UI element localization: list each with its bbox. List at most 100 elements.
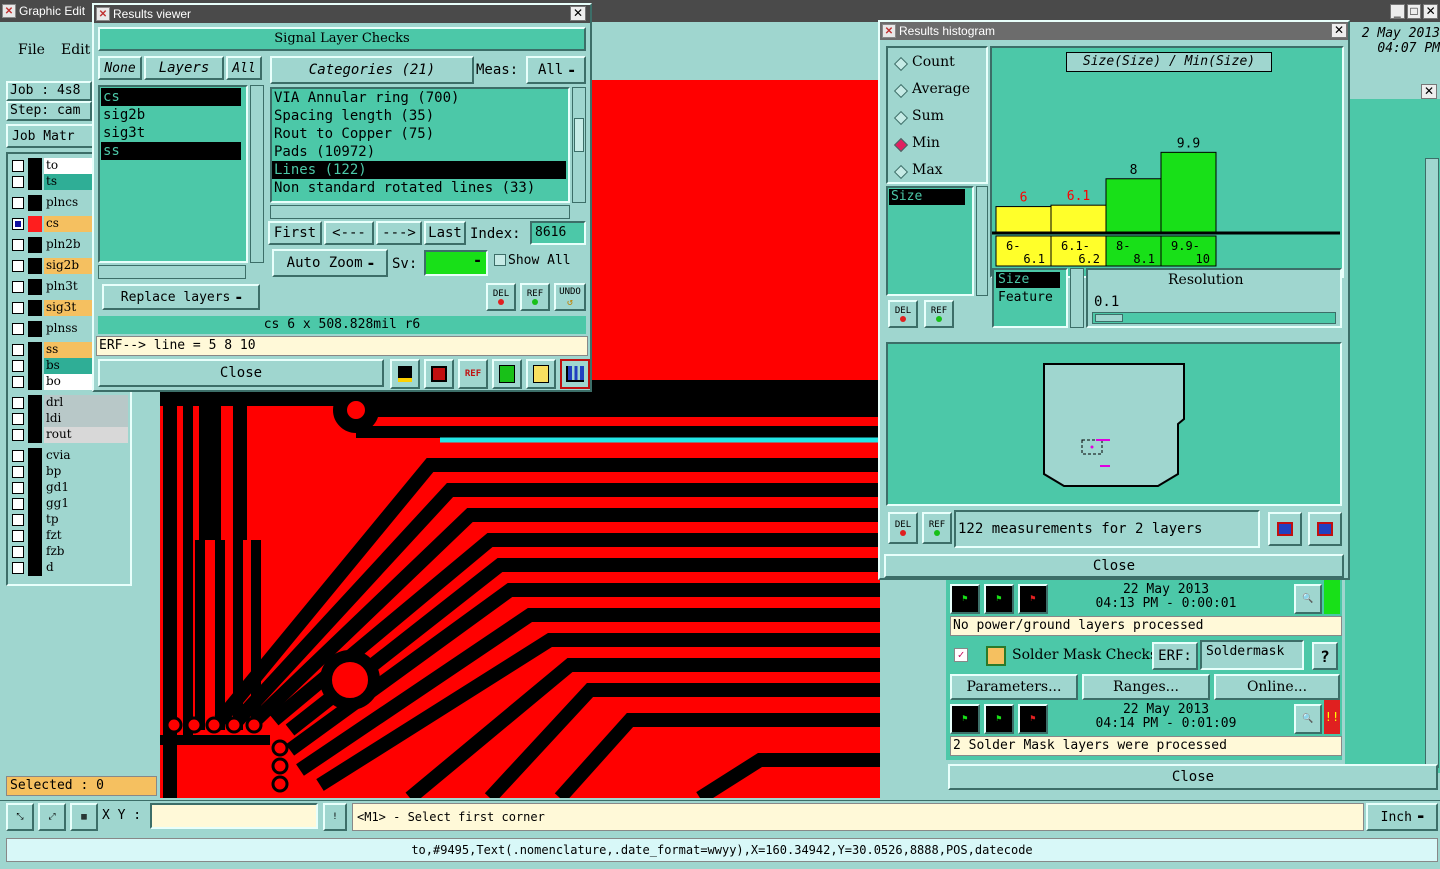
layer-row[interactable]: gd1 — [10, 480, 128, 496]
last-button[interactable]: Last — [424, 221, 466, 245]
run-icon[interactable]: ⚑ — [950, 704, 980, 734]
histogram-bar[interactable] — [1160, 151, 1217, 233]
category-item[interactable]: Lines (122) — [272, 161, 566, 179]
mode-option[interactable]: Average — [886, 81, 986, 101]
results-viewer-close-icon[interactable]: ✕ — [570, 6, 586, 21]
notes-icon[interactable] — [526, 359, 556, 389]
layer-row[interactable]: bp — [10, 464, 128, 480]
layer-select-item[interactable]: ss — [101, 142, 241, 160]
resolution-slider[interactable] — [1092, 312, 1336, 324]
zoom-area-icon[interactable]: ⤢ — [38, 803, 66, 831]
solder-check-mark[interactable]: ✓ — [954, 648, 968, 662]
results-viewer-close-button[interactable]: Close — [98, 359, 384, 387]
categories-hscrollbar[interactable] — [270, 205, 570, 219]
replace-layers-button[interactable]: Replace layers ▬ — [102, 284, 260, 310]
menu-file[interactable]: File — [18, 42, 45, 58]
job-matrix-button[interactable]: Job Matr — [6, 124, 94, 148]
layer-select-item[interactable]: cs — [101, 88, 241, 106]
measure-list-item[interactable]: Size — [889, 189, 965, 205]
maximize-icon[interactable]: □ — [1406, 4, 1422, 19]
size-item[interactable]: Size — [996, 272, 1060, 288]
categories-scrollbar[interactable] — [572, 87, 586, 203]
histogram-close-button[interactable]: Close — [884, 554, 1344, 578]
warning-icon[interactable]: ! — [323, 803, 347, 831]
first-button[interactable]: First — [268, 221, 322, 245]
layer-checkbox[interactable] — [12, 413, 24, 425]
next-button[interactable]: ---> — [376, 221, 422, 245]
units-select[interactable]: Inch ▬ — [1366, 803, 1438, 831]
layer-checkbox[interactable] — [12, 323, 24, 335]
layer-row[interactable]: ldi — [10, 411, 128, 427]
radio-icon[interactable] — [893, 83, 909, 99]
menu-edit[interactable]: Edit — [61, 42, 90, 58]
online-button[interactable]: Online... — [1214, 674, 1340, 700]
report-icon[interactable] — [390, 359, 420, 389]
preview-del-button[interactable]: DEL — [888, 512, 918, 544]
undo-button[interactable]: UNDO ↺ — [554, 283, 586, 311]
scroll-thumb[interactable] — [574, 118, 584, 152]
histogram-bar[interactable] — [995, 206, 1052, 233]
layer-checkbox[interactable] — [12, 302, 24, 314]
layer-checkbox[interactable] — [12, 514, 24, 526]
mode-option[interactable]: Count — [886, 54, 986, 74]
layer-row[interactable]: gg1 — [10, 496, 128, 512]
layer-checkbox[interactable] — [12, 482, 24, 494]
preview-ref-button[interactable]: REF — [922, 512, 952, 544]
export-icon[interactable] — [424, 359, 454, 389]
radio-icon[interactable] — [893, 110, 909, 126]
layer-checkbox[interactable] — [12, 546, 24, 558]
layer-checkbox[interactable] — [12, 466, 24, 478]
mode-option[interactable]: Max — [886, 162, 986, 182]
layer-row[interactable]: drl — [10, 395, 128, 411]
grid-icon[interactable]: ▦ — [70, 803, 98, 831]
layer-checkbox[interactable] — [12, 239, 24, 251]
measure-list-scrollbar[interactable] — [976, 186, 988, 296]
category-item[interactable]: Non standard rotated lines (33) — [272, 179, 566, 197]
stop-icon[interactable]: ⚑ — [1018, 584, 1048, 614]
slider-thumb[interactable] — [1095, 314, 1123, 322]
parameters-button[interactable]: Parameters... — [950, 674, 1078, 700]
show-all-checkbox[interactable] — [494, 254, 506, 266]
stop-icon[interactable]: ⚑ — [1018, 704, 1048, 734]
category-item[interactable]: Pads (10972) — [272, 143, 566, 161]
run-all-icon[interactable]: ⚑ — [984, 704, 1014, 734]
close-icon[interactable]: ✕ — [1423, 4, 1439, 19]
layer-checkbox[interactable] — [12, 160, 24, 172]
layer-row[interactable]: rout — [10, 427, 128, 443]
layer-list-scrollbar[interactable] — [250, 85, 264, 263]
auto-zoom-select[interactable]: Auto Zoom ▬ — [272, 249, 388, 277]
del-button[interactable]: DEL — [486, 283, 516, 311]
zoom-fit-icon[interactable]: ⤡ — [6, 803, 34, 831]
background-scrollbar[interactable] — [1425, 158, 1439, 768]
layer-checkbox[interactable] — [12, 260, 24, 272]
size-feature-list[interactable]: Size Feature — [992, 268, 1068, 328]
index-input[interactable]: 8616 — [530, 221, 586, 245]
meas-select[interactable]: All ▬ — [526, 56, 586, 84]
histogram-icon[interactable] — [560, 359, 590, 389]
layers-button[interactable]: Layers — [144, 56, 224, 80]
ranges-button[interactable]: Ranges... — [1082, 674, 1210, 700]
layer-row[interactable]: fzb — [10, 544, 128, 560]
categories-button[interactable]: Categories (21) — [270, 56, 474, 84]
layer-checkbox[interactable] — [12, 176, 24, 188]
none-button[interactable]: None — [98, 56, 142, 80]
erf-field[interactable]: Soldermask — [1200, 640, 1304, 670]
measure-list[interactable]: Size — [886, 186, 974, 296]
layer-select-item[interactable]: sig2b — [101, 106, 241, 124]
layer-checkbox[interactable] — [12, 498, 24, 510]
radio-icon[interactable] — [893, 164, 909, 180]
mode-option[interactable]: Min — [886, 135, 986, 155]
layer-checkbox[interactable] — [12, 429, 24, 441]
layer-checkbox[interactable] — [12, 530, 24, 542]
zoom-out-feature-icon[interactable] — [1308, 512, 1342, 546]
category-item[interactable]: Spacing length (35) — [272, 107, 566, 125]
erf-button[interactable]: ERF: — [1152, 642, 1198, 670]
layer-checkbox[interactable] — [12, 218, 24, 230]
radio-icon[interactable] — [893, 137, 909, 153]
layer-checkbox[interactable] — [12, 360, 24, 372]
layer-row[interactable]: fzt — [10, 528, 128, 544]
histogram-bar[interactable] — [1050, 204, 1107, 233]
background-close-icon[interactable]: ✕ — [1421, 84, 1437, 99]
prev-button[interactable]: <--- — [324, 221, 374, 245]
minimize-icon[interactable]: _ — [1390, 4, 1405, 19]
